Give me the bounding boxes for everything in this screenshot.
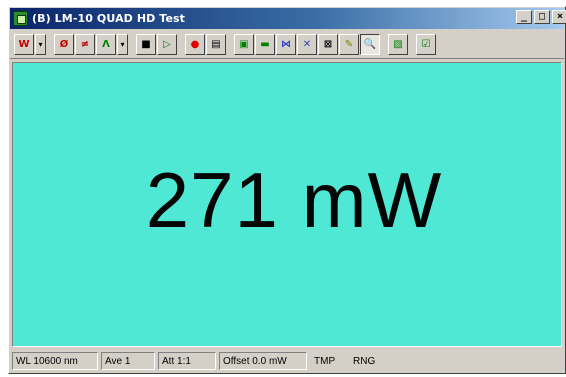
stop-icon: ■ <box>141 39 151 50</box>
peak-dropdown-button[interactable]: ▾ <box>117 34 128 55</box>
play-icon: ▷ <box>163 39 171 50</box>
chevron-down-icon: ▾ <box>38 40 43 49</box>
magnify-icon: 🔍 <box>363 39 377 50</box>
zoom-fit-icon: ⊠ <box>323 39 333 50</box>
app-icon[interactable] <box>13 11 28 26</box>
pencil-button[interactable]: ✎ <box>339 34 359 55</box>
window-controls: _ □ × <box>516 10 566 24</box>
play-button[interactable]: ▷ <box>157 34 177 55</box>
peak-button[interactable]: Λ <box>96 34 116 55</box>
print-button[interactable]: ▤ <box>206 34 226 55</box>
digital-view-button[interactable]: ▣ <box>234 34 254 55</box>
record-button[interactable]: ● <box>185 34 205 55</box>
pencil-icon: ✎ <box>344 39 354 50</box>
print-icon: ▤ <box>211 39 221 50</box>
cancel-button[interactable]: ≠ <box>75 34 95 55</box>
measurement-display: 271 mW <box>12 62 562 347</box>
xy-view-icon: ✕ <box>302 39 312 50</box>
app-window: (B) LM-10 QUAD HD Test _ □ × W ▾ Ø ≠ Λ ▾ ■ ▷ ● ▤ ▣… <box>8 6 566 374</box>
status-bar: WL 10600 nm Ave 1 Att 1:1 Offset 0.0 mW … <box>12 351 562 371</box>
w-menu-button[interactable]: W <box>14 34 34 55</box>
w-menu-dropdown-button[interactable]: ▾ <box>35 34 46 55</box>
minimize-button[interactable]: _ <box>516 10 532 24</box>
no-zero-icon: Ø <box>59 39 69 50</box>
close-button[interactable]: × <box>552 10 566 24</box>
power-reading: 271 mW <box>145 156 443 244</box>
confirm-icon: ☑ <box>421 39 431 50</box>
bar-view-button[interactable]: ▬ <box>255 34 275 55</box>
w-menu-icon: W <box>18 39 30 50</box>
restore-button[interactable]: □ <box>534 10 550 24</box>
record-icon: ● <box>190 39 200 50</box>
graph-view-button[interactable]: ⋈ <box>276 34 296 55</box>
chevron-down-icon: ▾ <box>120 40 125 49</box>
xy-view-button[interactable]: ✕ <box>297 34 317 55</box>
peak-icon: Λ <box>102 39 110 50</box>
stop-button[interactable]: ■ <box>136 34 156 55</box>
window-title: (B) LM-10 QUAD HD Test <box>32 12 186 25</box>
status-offset[interactable]: Offset 0.0 mW <box>219 352 307 370</box>
toolbar: W ▾ Ø ≠ Λ ▾ ■ ▷ ● ▤ ▣ ▬ ⋈ ✕ ⊠ ✎ 🔍 ▧ ☑ <box>10 31 564 59</box>
no-zero-button[interactable]: Ø <box>54 34 74 55</box>
status-wavelength[interactable]: WL 10600 nm <box>12 352 98 370</box>
cancel-icon: ≠ <box>80 39 90 50</box>
zoom-fit-button[interactable]: ⊠ <box>318 34 338 55</box>
settings-icon: ▧ <box>393 39 403 50</box>
magnify-button[interactable]: 🔍 <box>360 34 380 55</box>
settings-button[interactable]: ▧ <box>388 34 408 55</box>
status-tmp: TMP <box>314 355 336 367</box>
digital-view-icon: ▣ <box>239 39 249 50</box>
title-bar[interactable]: (B) LM-10 QUAD HD Test _ □ × <box>10 8 566 29</box>
status-rng: RNG <box>353 355 376 367</box>
status-attenuation[interactable]: Att 1:1 <box>158 352 216 370</box>
bar-view-icon: ▬ <box>260 39 270 50</box>
status-average[interactable]: Ave 1 <box>101 352 155 370</box>
graph-view-icon: ⋈ <box>281 39 291 50</box>
confirm-button[interactable]: ☑ <box>416 34 436 55</box>
